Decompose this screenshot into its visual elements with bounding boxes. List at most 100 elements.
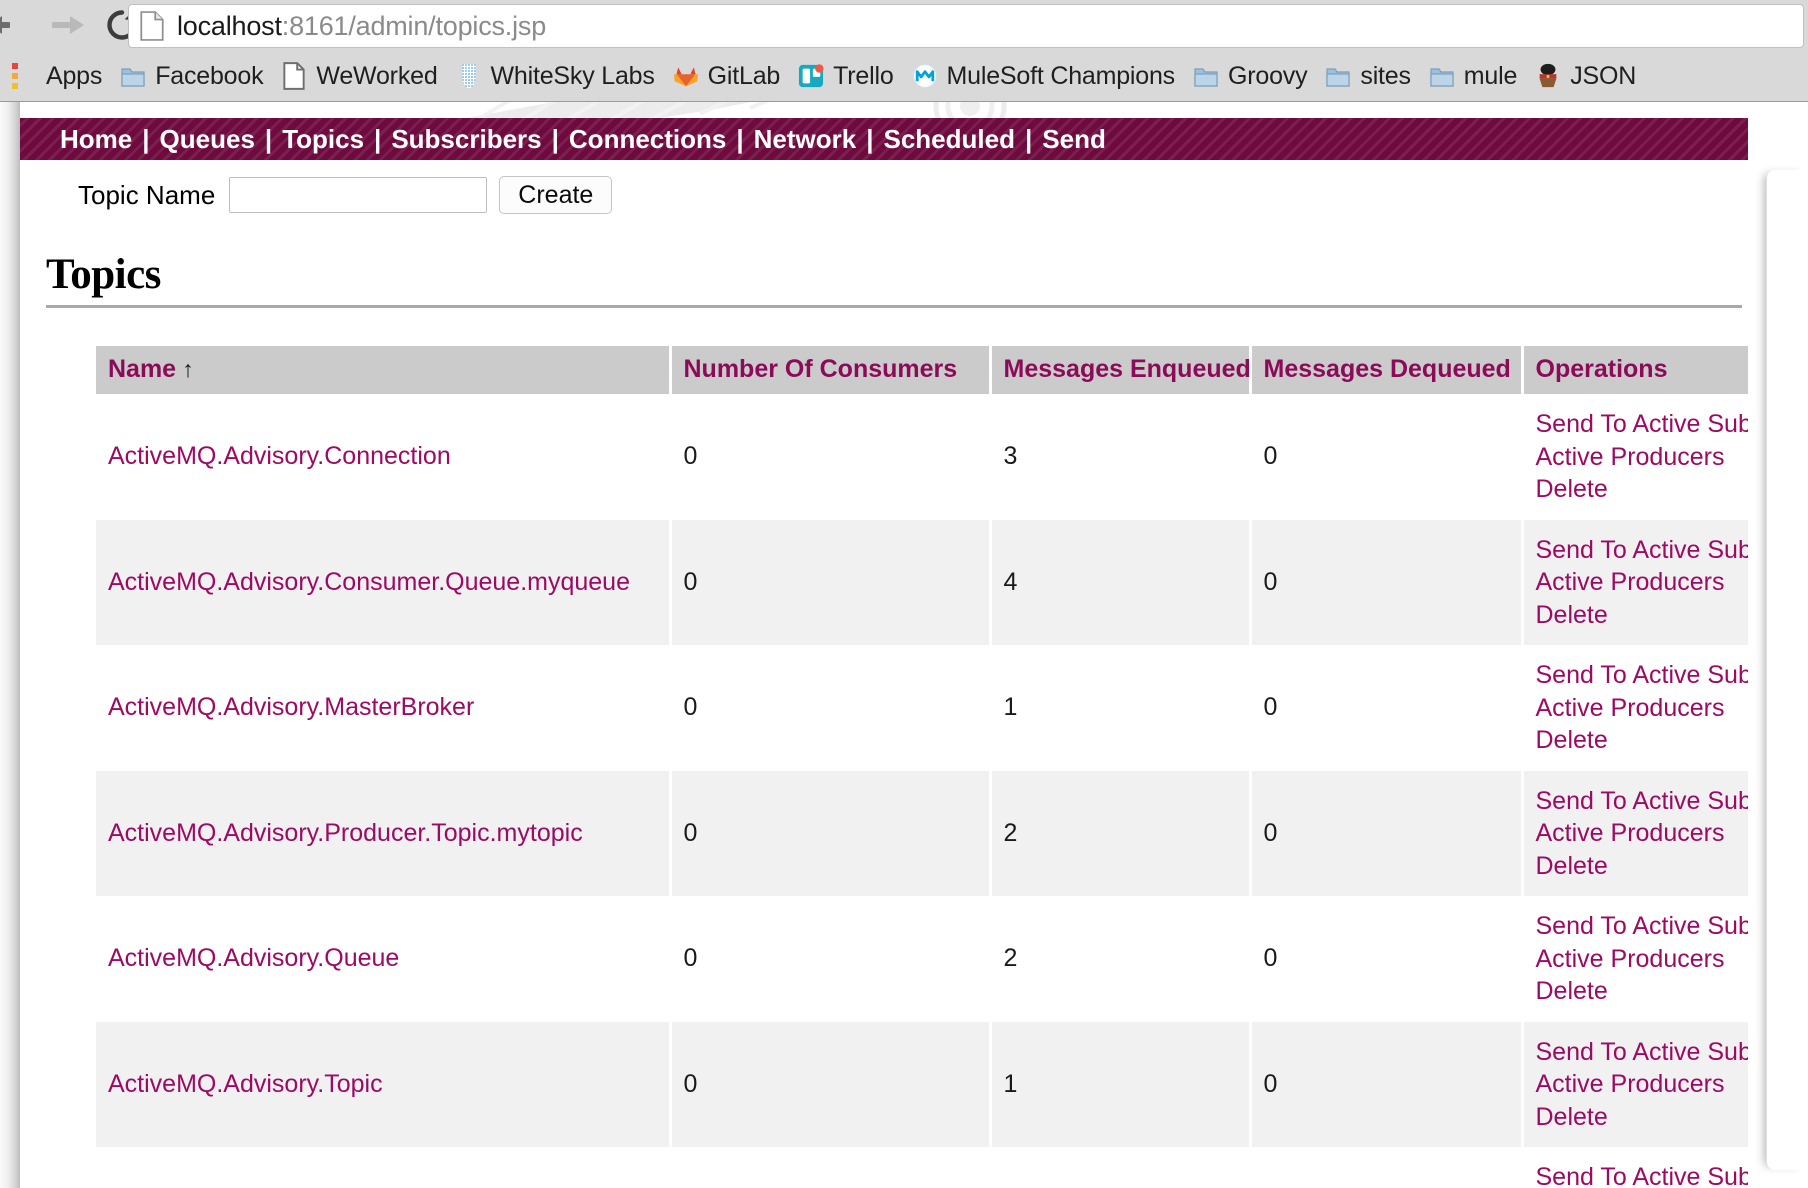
topic-name-link[interactable]: ActiveMQ.Advisory.Topic (108, 1070, 383, 1098)
send-to-active-subscribers-link[interactable]: Send To Active Subscribers (1536, 1036, 1808, 1069)
browser-chrome: localhost:8161/admin/topics.jsp Apps Fac… (0, 0, 1808, 102)
vertical-scrollbar[interactable] (1766, 170, 1808, 1170)
column-header-number-of-consumers[interactable]: Number Of Consumers (670, 346, 992, 394)
nav-separator: | (551, 123, 559, 154)
table-row: ActiveMQ.Advisory.Queue 0 2 0 Send To Active… (96, 896, 1808, 1022)
page-viewport: Home | Queues | Topics | Subscribers | C… (0, 102, 1808, 1188)
delete-link[interactable]: Delete (1536, 975, 1737, 1008)
bookmark-trello[interactable]: Trello (789, 56, 902, 96)
delete-link[interactable]: Delete (1536, 850, 1737, 883)
apps-grid-icon (12, 63, 18, 89)
cell-topic-name: ActiveMQ.Advisory.Producer.Topic.mytopic (96, 770, 672, 896)
forward-button[interactable] (46, 4, 90, 46)
topics-heading-block: Topics (20, 250, 1748, 308)
send-to-active-subscribers-link[interactable]: Send To Active Subscribers (1536, 910, 1808, 943)
nav-item-send[interactable]: Send (1042, 124, 1106, 155)
bookmark-label: JSON (1570, 61, 1637, 90)
nav-item-subscribers[interactable]: Subscribers (391, 124, 541, 155)
create-topic-form: Topic Name Create (20, 176, 613, 214)
bookmark-mulesoft-champions[interactable]: MuleSoft Champions (903, 56, 1184, 96)
delete-link[interactable]: Delete (1536, 599, 1737, 632)
nav-separator: | (142, 123, 150, 154)
forward-arrow-icon (52, 16, 84, 34)
cell-messages-enqueued: 1 (990, 645, 1252, 771)
nav-item-connections[interactable]: Connections (569, 124, 726, 155)
back-button[interactable] (0, 4, 30, 46)
cell-topic-name: ActiveMQ.Advisory.MasterBroker (96, 645, 672, 771)
delete-link[interactable]: Delete (1536, 473, 1737, 506)
cell-messages-dequeued: 0 (1250, 519, 1524, 645)
folder-icon (1326, 68, 1350, 87)
cell-topic-name: ActiveMQ.Advisory.Queue (96, 896, 672, 1022)
page-document-icon (140, 11, 164, 41)
topic-name-link[interactable]: ActiveMQ.Advisory.Producer.Topic.mytopic (108, 819, 583, 847)
bookmark-groovy[interactable]: Groovy (1184, 56, 1316, 96)
cell-operations: Send To Active SubscribersActive Produce… (1522, 1147, 1808, 1188)
bookmark-label: Trello (833, 61, 894, 90)
cell-messages-enqueued: 1 (990, 1021, 1252, 1147)
column-header-operations: Operations (1522, 346, 1748, 394)
topics-table: Name ↑ Number Of Consumers Messages Enque… (96, 346, 1808, 1188)
cell-topic-name: Exercise01.QuoteOfTheDay (96, 1147, 672, 1188)
topic-name-link[interactable]: ActiveMQ.Advisory.MasterBroker (108, 693, 474, 721)
nav-item-scheduled[interactable]: Scheduled (884, 124, 1015, 155)
bookmark-sites[interactable]: sites (1316, 56, 1419, 96)
cell-operations: Send To Active SubscribersActive Produce… (1522, 519, 1808, 645)
cell-operations: Send To Active SubscribersActive Produce… (1522, 770, 1808, 896)
bookmark-json[interactable]: JSON (1526, 56, 1645, 96)
bookmark-weworked[interactable]: WeWorked (272, 56, 446, 96)
delete-link[interactable]: Delete (1536, 1101, 1737, 1134)
send-to-active-subscribers-link[interactable]: Send To Active Subscribers (1536, 659, 1808, 692)
bookmark-label: MuleSoft Champions (946, 61, 1176, 90)
address-bar[interactable]: localhost:8161/admin/topics.jsp (128, 4, 1804, 48)
cell-topic-name: ActiveMQ.Advisory.Topic (96, 1021, 672, 1147)
cell-messages-dequeued: 0 (1250, 896, 1524, 1022)
bookmark-gitlab[interactable]: GitLab (664, 56, 789, 96)
page-document-icon (283, 62, 305, 90)
column-header-name[interactable]: Name ↑ (96, 346, 672, 394)
nav-item-network[interactable]: Network (754, 124, 857, 155)
active-producers-link[interactable]: Active Producers (1536, 692, 1737, 725)
browser-toolbar: localhost:8161/admin/topics.jsp (0, 0, 1808, 50)
send-to-active-subscribers-link[interactable]: Send To Active Subscribers (1536, 408, 1808, 441)
create-button[interactable]: Create (499, 176, 613, 214)
topic-name-link[interactable]: ActiveMQ.Advisory.Connection (108, 442, 451, 470)
table-row: ActiveMQ.Advisory.MasterBroker 0 1 0 Send To… (96, 645, 1808, 771)
cell-messages-enqueued: 2 (990, 770, 1252, 896)
url-host: localhost (177, 10, 282, 41)
nav-separator: | (374, 123, 382, 154)
active-producers-link[interactable]: Active Producers (1536, 817, 1737, 850)
column-header-messages-enqueued[interactable]: Messages Enqueued (990, 346, 1252, 394)
active-producers-link[interactable]: Active Producers (1536, 943, 1737, 976)
cell-number-of-consumers: 0 (670, 645, 992, 771)
cell-messages-dequeued: 0 (1250, 1147, 1524, 1188)
address-bar-url: localhost:8161/admin/topics.jsp (177, 11, 546, 42)
mulesoft-icon (912, 64, 937, 88)
nav-separator: | (866, 123, 874, 154)
active-producers-link[interactable]: Active Producers (1536, 566, 1737, 599)
cell-messages-dequeued: 0 (1250, 770, 1524, 896)
nav-item-topics[interactable]: Topics (282, 124, 364, 155)
table-row: ActiveMQ.Advisory.Consumer.Queue.myqueue… (96, 519, 1808, 645)
bookmark-whitesky-labs[interactable]: WhiteSky Labs (447, 56, 664, 96)
send-to-active-subscribers-link[interactable]: Send To Active Subscribers (1536, 785, 1808, 818)
topic-name-input[interactable] (229, 177, 488, 213)
active-producers-link[interactable]: Active Producers (1536, 441, 1737, 474)
folder-icon (121, 68, 145, 87)
send-to-active-subscribers-link[interactable]: Send To Active Subscribers (1536, 534, 1808, 567)
bookmark-mule[interactable]: mule (1420, 56, 1526, 96)
delete-link[interactable]: Delete (1536, 724, 1737, 757)
bookmark-apps[interactable]: Apps (2, 56, 111, 96)
nav-item-home[interactable]: Home (60, 124, 132, 155)
bookmark-facebook[interactable]: Facebook (111, 56, 272, 96)
send-to-active-subscribers-link[interactable]: Send To Active Subscribers (1536, 1161, 1808, 1188)
column-header-messages-dequeued[interactable]: Messages Dequeued (1250, 346, 1524, 394)
right-window-edge (1748, 102, 1808, 1188)
topic-name-link[interactable]: ActiveMQ.Advisory.Queue (108, 944, 399, 972)
cell-messages-enqueued: 0 (990, 1147, 1252, 1188)
topic-name-link[interactable]: ActiveMQ.Advisory.Consumer.Queue.myqueue (108, 568, 630, 596)
active-producers-link[interactable]: Active Producers (1536, 1068, 1737, 1101)
cell-operations: Send To Active SubscribersActive Produce… (1522, 394, 1808, 520)
nav-item-queues[interactable]: Queues (160, 124, 255, 155)
cell-number-of-consumers: 0 (670, 896, 992, 1022)
